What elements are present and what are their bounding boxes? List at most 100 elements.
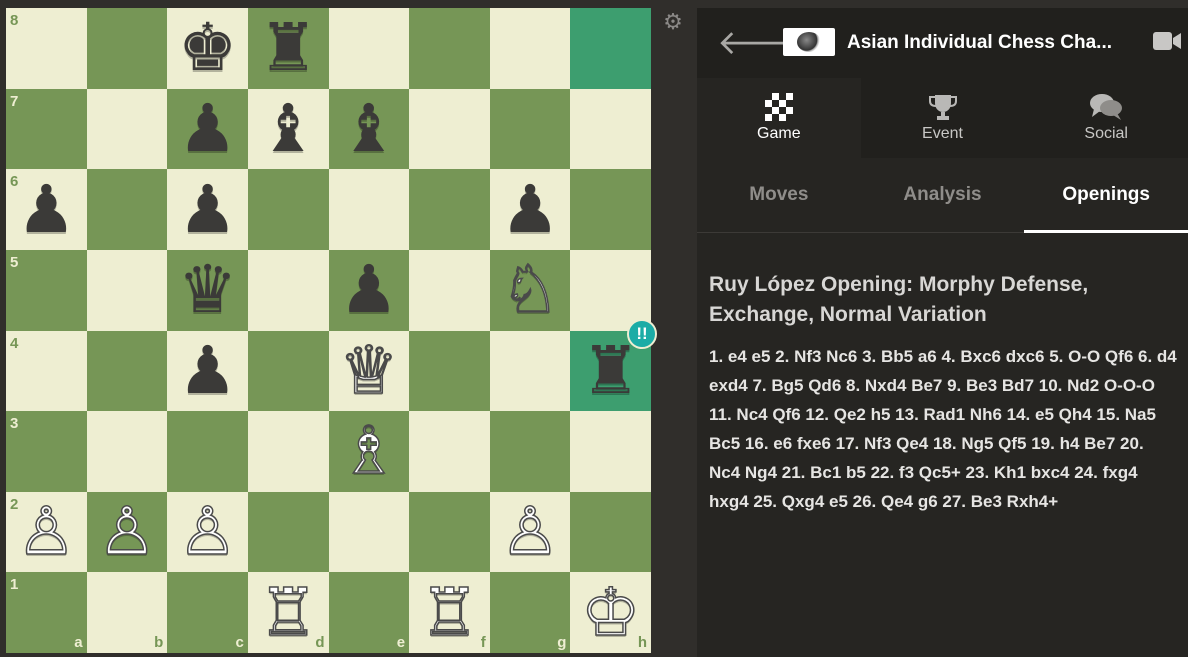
white-king-piece[interactable]: ♔ (580, 578, 641, 646)
black-bishop-piece[interactable]: ♝ (339, 95, 398, 162)
square-d3[interactable] (247, 411, 329, 492)
square-e4[interactable]: ♕ (328, 330, 410, 412)
square-f2[interactable] (409, 491, 490, 573)
square-g1[interactable]: g (489, 572, 571, 653)
square-d6[interactable] (247, 169, 329, 250)
tab-game-label: Game (757, 125, 801, 142)
tab-openings[interactable]: Openings (1024, 158, 1188, 233)
black-pawn-piece[interactable]: ♟ (178, 176, 237, 243)
square-f6[interactable] (409, 169, 490, 250)
rank-label: 4 (10, 334, 19, 352)
black-pawn-piece[interactable]: ♟ (178, 337, 237, 404)
square-c7[interactable]: ♟ (167, 88, 248, 170)
black-pawn-piece[interactable]: ♟ (178, 95, 237, 162)
square-h7[interactable] (570, 88, 651, 170)
white-rook-piece[interactable]: ♖ (258, 578, 319, 646)
square-f8[interactable] (409, 8, 490, 89)
black-king-piece[interactable]: ♚ (178, 15, 237, 81)
square-f1[interactable]: f ♖ (409, 572, 490, 653)
square-e5[interactable]: ♟ (328, 249, 410, 331)
tab-social[interactable]: Social (1024, 78, 1188, 158)
square-a7[interactable]: 7 (6, 88, 87, 170)
square-f5[interactable] (409, 249, 490, 331)
white-knight-piece[interactable]: ♘ (500, 256, 561, 324)
white-rook-piece[interactable]: ♖ (419, 578, 480, 646)
square-c3[interactable] (167, 411, 248, 492)
square-f3[interactable] (409, 411, 490, 492)
square-h8[interactable] (570, 8, 651, 89)
black-pawn-piece[interactable]: ♟ (339, 257, 398, 323)
chess-board[interactable]: 8 ♚ ♜ 7 ♟ ♝ ♝ 6 ♟ ♟ ♟ 5 ♛ ♟ ♘ 4 ♟ ♕ ♜!! 3 ♗ 2 ♙ ♙ ♙ ♙ 1 a b c d ♖ e f ♖ g h ♔ (6, 8, 657, 653)
video-camera-icon[interactable] (1152, 30, 1182, 52)
black-pawn-piece[interactable]: ♟ (500, 176, 559, 243)
square-a8[interactable]: 8 (6, 8, 87, 89)
square-f7[interactable] (409, 88, 490, 170)
square-c5[interactable]: ♛ (167, 249, 248, 331)
tab-game[interactable]: Game (697, 78, 861, 158)
brilliant-move-badge: !! (627, 318, 657, 349)
square-a1[interactable]: 1a (6, 572, 87, 653)
square-g8[interactable] (489, 8, 571, 89)
square-e8[interactable] (328, 8, 410, 89)
square-h6[interactable] (570, 169, 651, 250)
white-bishop-piece[interactable]: ♗ (338, 417, 399, 485)
square-c2[interactable]: ♙ (167, 491, 248, 573)
square-g6[interactable]: ♟ (489, 169, 571, 250)
square-e3[interactable]: ♗ (328, 411, 410, 492)
gear-icon[interactable]: ⚙ (661, 10, 685, 34)
square-b4[interactable] (86, 330, 168, 412)
square-c1[interactable]: c (167, 572, 248, 653)
square-a6[interactable]: 6 ♟ (6, 169, 87, 250)
rank-label: 7 (10, 92, 19, 110)
square-d8[interactable]: ♜ (247, 8, 329, 89)
square-f4[interactable] (409, 330, 490, 412)
square-b1[interactable]: b (86, 572, 168, 653)
black-pawn-piece[interactable]: ♟ (17, 176, 76, 243)
black-rook-piece[interactable]: ♜ (259, 15, 318, 81)
square-b8[interactable] (86, 8, 168, 89)
black-queen-piece[interactable]: ♛ (178, 257, 237, 323)
square-h4[interactable]: ♜!! (570, 318, 657, 412)
black-rook-piece[interactable]: ♜ (581, 337, 640, 404)
square-a3[interactable]: 3 (6, 411, 87, 492)
square-c4[interactable]: ♟ (167, 330, 248, 412)
tab-moves[interactable]: Moves (697, 158, 861, 232)
square-b6[interactable] (86, 169, 168, 250)
square-c8[interactable]: ♚ (167, 8, 248, 89)
black-bishop-piece[interactable]: ♝ (259, 95, 318, 162)
square-g7[interactable] (489, 88, 571, 170)
square-a4[interactable]: 4 (6, 330, 87, 412)
tab-event[interactable]: Event (860, 78, 1025, 158)
square-d4[interactable] (247, 330, 329, 412)
square-g5[interactable]: ♘ (489, 249, 571, 331)
square-a2[interactable]: 2 ♙ (6, 491, 87, 573)
file-label: a (74, 634, 83, 651)
white-pawn-piece[interactable]: ♙ (177, 498, 238, 566)
white-pawn-piece[interactable]: ♙ (97, 498, 158, 566)
square-b2[interactable]: ♙ (86, 491, 168, 573)
square-b7[interactable] (86, 88, 168, 170)
white-queen-piece[interactable]: ♕ (338, 337, 399, 405)
square-d7[interactable]: ♝ (247, 88, 329, 170)
square-e7[interactable]: ♝ (328, 88, 410, 170)
tab-analysis[interactable]: Analysis (861, 158, 1025, 232)
square-h1[interactable]: h ♔ (570, 572, 651, 653)
square-d2[interactable] (247, 491, 329, 573)
square-d5[interactable] (247, 249, 329, 331)
square-b5[interactable] (86, 249, 168, 331)
square-g3[interactable] (489, 411, 571, 492)
square-d1[interactable]: d ♖ (247, 572, 329, 653)
square-g2[interactable]: ♙ (489, 491, 571, 573)
square-g4[interactable] (489, 330, 571, 412)
square-h2[interactable] (570, 491, 651, 573)
square-a5[interactable]: 5 (6, 249, 87, 331)
square-c6[interactable]: ♟ (167, 169, 248, 250)
square-h3[interactable] (570, 411, 651, 492)
square-b3[interactable] (86, 411, 168, 492)
white-pawn-piece[interactable]: ♙ (16, 498, 77, 566)
event-title[interactable]: Asian Individual Chess Cha... (847, 32, 1112, 54)
square-e6[interactable] (328, 169, 410, 250)
white-pawn-piece[interactable]: ♙ (500, 498, 561, 566)
square-e2[interactable] (328, 491, 410, 573)
square-e1[interactable]: e (328, 572, 410, 653)
